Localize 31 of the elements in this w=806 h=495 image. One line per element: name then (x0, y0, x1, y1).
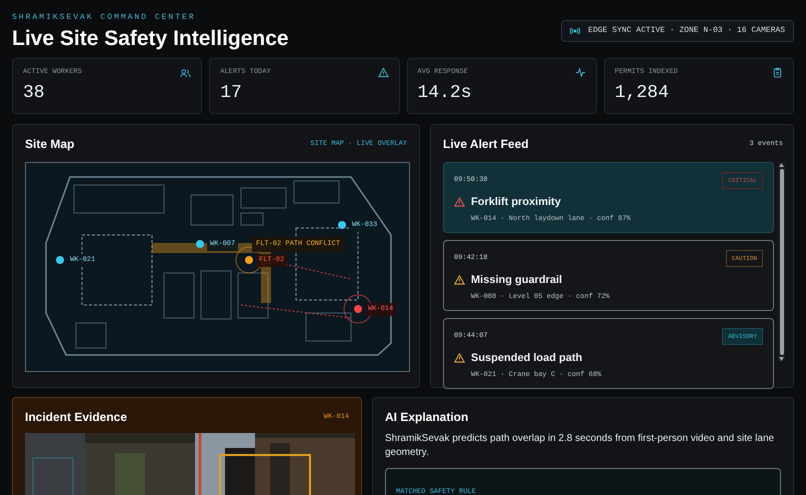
stat-value: 38 (23, 82, 46, 104)
workers-icon (180, 67, 192, 78)
alert-marker[interactable] (354, 305, 362, 313)
stat-value: 1,284 (614, 82, 670, 104)
panel-title: Live Alert Feed (443, 136, 529, 153)
alert-title: Missing guardrail (471, 273, 562, 288)
panel-title: Site Map (25, 136, 74, 153)
warning-icon (454, 197, 465, 208)
vehicle-marker[interactable] (245, 256, 253, 264)
panel-title: Incident Evidence (25, 409, 128, 426)
alert-title: Forklift proximity (471, 195, 561, 210)
stat-value: 17 (220, 82, 243, 104)
warning-icon (454, 275, 465, 286)
worker-marker[interactable] (196, 240, 204, 248)
scroll-up-icon[interactable] (779, 163, 784, 167)
scroll-down-icon[interactable] (779, 357, 784, 361)
sync-status-text: EDGE SYNC ACTIVE · ZONE N-03 · 16 CAMERAS (588, 25, 785, 37)
response-icon (574, 67, 586, 78)
signal-icon (570, 27, 580, 35)
worker-marker[interactable] (56, 256, 64, 264)
explanation-text: ShramikSevak predicts path overlap in 2.8 seconds from first-person video and site lane geometry. (385, 432, 776, 460)
scrollbar[interactable] (778, 162, 785, 362)
stat-value: 14.2s (418, 82, 473, 104)
permits-icon (772, 67, 783, 78)
alert-title: Suspended load path (471, 351, 582, 366)
page-title: Live Site Safety Intelligence (12, 26, 289, 52)
alerts-icon (378, 67, 388, 78)
eyebrow-label: SHRAMIKSEVAK COMMAND CENTER (12, 12, 197, 24)
warning-icon (454, 353, 465, 364)
panel-title: AI Explanation (385, 409, 470, 426)
worker-marker[interactable] (338, 221, 346, 229)
